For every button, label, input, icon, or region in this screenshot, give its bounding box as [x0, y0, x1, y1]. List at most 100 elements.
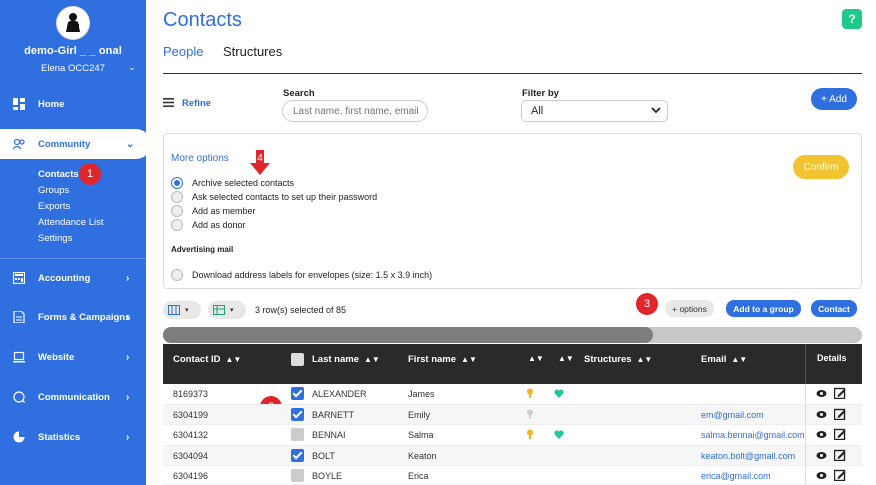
columns-toggle[interactable]: ▾ — [163, 301, 201, 319]
table-row[interactable]: 6304094 BOLT Keaton keaton.bolt@gmail.co… — [163, 445, 862, 466]
radio-button[interactable] — [171, 269, 183, 281]
edit-icon[interactable] — [834, 428, 846, 440]
col-membership[interactable]: ▲▼ — [523, 354, 544, 363]
add-to-group-button[interactable]: Add to a group — [726, 300, 801, 317]
nav-forms[interactable]: Forms & Campaigns › — [0, 302, 146, 332]
col-donor[interactable]: ▲▼ — [553, 354, 574, 363]
radio-button[interactable] — [171, 219, 183, 231]
option-donor-label: Add as donor — [192, 220, 246, 230]
caret-down-icon: ▾ — [230, 307, 234, 314]
tab-structures[interactable]: Structures — [223, 44, 282, 59]
cell-email[interactable]: salma.bennai@gmail.com — [701, 430, 805, 440]
filter-value: All — [531, 105, 544, 117]
cell-email[interactable]: erica@gmail.com — [701, 471, 771, 481]
scrollbar-thumb[interactable] — [163, 327, 653, 343]
selection-count: 3 row(s) selected of 85 — [255, 305, 347, 315]
eye-icon[interactable] — [816, 389, 827, 398]
option-password[interactable]: Ask selected contacts to set up their pa… — [171, 191, 377, 203]
option-archive-label: Archive selected contacts — [192, 178, 295, 188]
cell-email[interactable]: em@gmail.com — [701, 410, 764, 420]
col-last-name[interactable]: Last name ▲▼ — [312, 354, 380, 365]
eye-icon[interactable] — [816, 410, 827, 419]
option-member[interactable]: Add as member — [171, 205, 256, 217]
annotation-marker-4: 4 — [257, 153, 263, 164]
annotation-marker-3: 3 — [636, 293, 658, 315]
hamburger-icon[interactable] — [163, 98, 174, 107]
nav-communication[interactable]: Communication › — [0, 382, 146, 412]
nav-website[interactable]: Website › — [0, 342, 146, 372]
radio-button[interactable] — [171, 177, 183, 189]
col-details-label: Details — [817, 353, 847, 363]
sort-icon: ▲▼ — [731, 355, 748, 364]
col-structures[interactable]: Structures ▲▼ — [584, 354, 652, 365]
refine-link[interactable]: Refine — [182, 98, 211, 109]
col-email[interactable]: Email ▲▼ — [701, 354, 747, 365]
sub-contacts[interactable]: Contacts — [38, 169, 79, 180]
cell-email[interactable]: keaton.bolt@gmail.com — [701, 451, 795, 461]
options-button[interactable]: + options — [665, 300, 714, 317]
table-row[interactable]: 8169373 ALEXANDER James — [163, 384, 862, 405]
chat-icon — [13, 391, 25, 403]
radio-button[interactable] — [171, 205, 183, 217]
nav-accounting[interactable]: Accounting › — [0, 263, 146, 293]
contact-button[interactable]: Contact — [811, 300, 857, 317]
eye-icon[interactable] — [816, 430, 827, 439]
option-address-labels[interactable]: Download address labels for envelopes (s… — [171, 269, 432, 281]
cell-first-name: Salma — [408, 430, 434, 440]
col-contact-id-label: Contact ID — [173, 354, 221, 365]
row-details — [805, 404, 862, 424]
edit-icon[interactable] — [834, 469, 846, 481]
member-badge-icon — [527, 429, 533, 439]
table-row[interactable]: 6304199 BARNETT Emily em@gmail.com — [163, 404, 862, 425]
option-donor[interactable]: Add as donor — [171, 219, 246, 231]
edit-icon[interactable] — [834, 387, 846, 399]
laptop-icon — [13, 351, 25, 363]
radio-button[interactable] — [171, 191, 183, 203]
option-archive[interactable]: Archive selected contacts — [171, 177, 294, 189]
nav-home[interactable]: Home — [0, 89, 146, 119]
columns-icon — [168, 305, 180, 315]
eye-icon[interactable] — [816, 451, 827, 460]
row-checkbox[interactable] — [291, 448, 304, 462]
member-badge-icon — [527, 409, 533, 419]
export-toggle[interactable]: ▾ — [208, 301, 246, 319]
row-checkbox[interactable] — [291, 428, 304, 441]
chevron-down-icon: ⌄ — [126, 138, 135, 150]
nav-statistics[interactable]: Statistics › — [0, 422, 146, 452]
edit-icon[interactable] — [834, 408, 846, 420]
row-checkbox[interactable] — [291, 407, 304, 421]
sub-exports[interactable]: Exports — [38, 201, 70, 212]
table-row[interactable]: 6304196 BOYLE Erica erica@gmail.com — [163, 466, 862, 485]
add-button[interactable]: + Add — [811, 88, 857, 110]
cell-contact-id: 6304132 — [173, 430, 209, 440]
option-address-labels-label: Download address labels for envelopes (s… — [192, 270, 433, 280]
member-badge-icon — [527, 388, 533, 398]
nav-community[interactable]: Community ⌄ — [0, 129, 151, 159]
chevron-right-icon: › — [126, 272, 130, 284]
sub-attendance[interactable]: Attendance List — [38, 217, 104, 228]
org-logo[interactable] — [56, 6, 90, 40]
option-member-label: Add as member — [192, 206, 256, 216]
chevron-down-icon[interactable]: ⌄ — [128, 62, 136, 73]
col-first-name[interactable]: First name ▲▼ — [408, 354, 477, 365]
row-checkbox[interactable] — [291, 387, 304, 400]
user-name[interactable]: Elena OCC247 — [0, 63, 146, 74]
select-all-checkbox[interactable] — [291, 353, 304, 366]
cell-last-name: BENNAI — [312, 430, 346, 440]
more-options-link[interactable]: More options — [171, 153, 229, 164]
eye-icon[interactable] — [816, 471, 827, 480]
edit-icon[interactable] — [834, 449, 846, 461]
filter-select[interactable]: All — [521, 100, 668, 122]
confirm-button[interactable]: Confirm — [793, 155, 849, 179]
girl-silhouette-icon — [66, 13, 80, 32]
search-input[interactable] — [282, 100, 428, 122]
row-checkbox[interactable] — [291, 469, 304, 482]
table-row[interactable]: 6304132 BENNAI Salma salma.bennai@gmail.… — [163, 425, 862, 446]
chevron-right-icon: › — [126, 351, 130, 363]
col-contact-id[interactable]: Contact ID ▲▼ — [173, 354, 241, 365]
document-icon — [13, 311, 25, 323]
help-button[interactable]: ? — [842, 9, 862, 29]
sub-settings[interactable]: Settings — [38, 233, 72, 244]
sub-groups[interactable]: Groups — [38, 185, 69, 196]
tab-people[interactable]: People — [163, 44, 203, 59]
